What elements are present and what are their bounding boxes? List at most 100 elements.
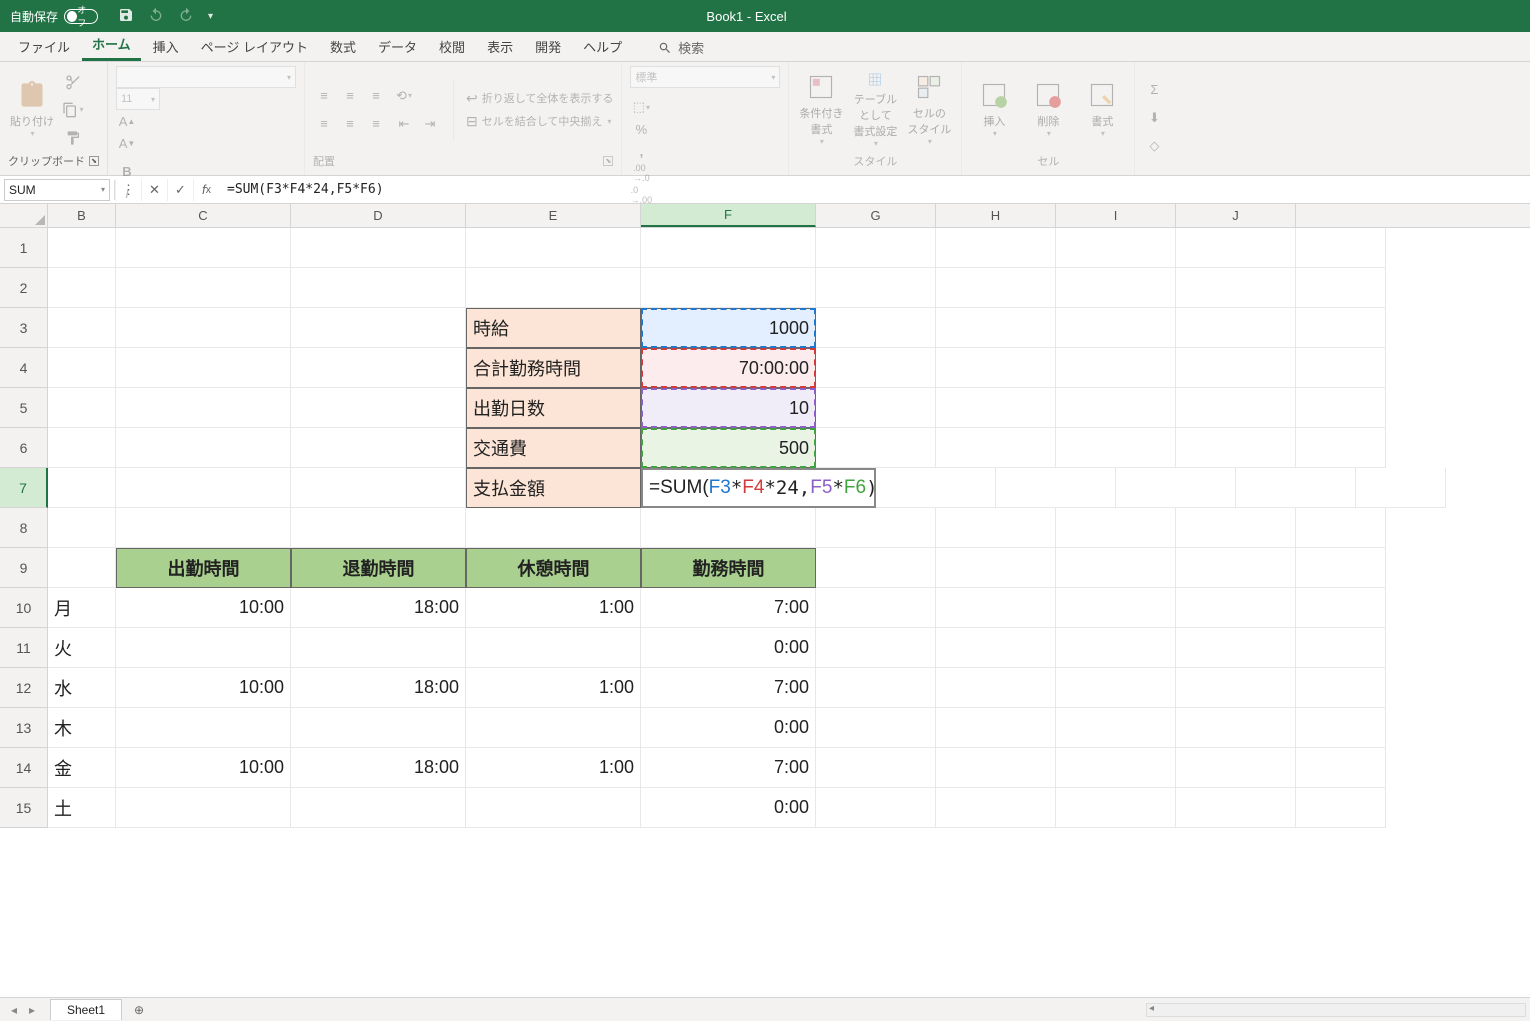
cell[interactable]: 7:00 [641, 588, 816, 628]
cell[interactable] [291, 788, 466, 828]
cell[interactable] [1296, 588, 1386, 628]
cell[interactable]: 10 [641, 388, 816, 428]
delete-cells-button[interactable]: 削除▾ [1024, 72, 1072, 148]
cell[interactable] [48, 388, 116, 428]
cell[interactable] [936, 548, 1056, 588]
cell[interactable]: 10:00 [116, 668, 291, 708]
cell[interactable] [936, 388, 1056, 428]
cell[interactable] [816, 268, 936, 308]
cell[interactable] [641, 268, 816, 308]
cell[interactable] [936, 268, 1056, 308]
cell[interactable]: 月 [48, 588, 116, 628]
cell[interactable]: 出勤日数 [466, 388, 641, 428]
cell[interactable]: 1:00 [466, 668, 641, 708]
cell[interactable] [1296, 308, 1386, 348]
percent-icon[interactable]: % [630, 118, 652, 140]
cell[interactable]: 水 [48, 668, 116, 708]
cell[interactable] [116, 388, 291, 428]
cell[interactable] [936, 348, 1056, 388]
cell[interactable] [291, 708, 466, 748]
cell[interactable]: 勤務時間 [641, 548, 816, 588]
cell[interactable] [1176, 268, 1296, 308]
save-icon[interactable] [118, 7, 134, 26]
cell[interactable] [1296, 508, 1386, 548]
align-center-icon[interactable]: ≡ [339, 113, 361, 135]
cell[interactable] [466, 628, 641, 668]
format-as-table-button[interactable]: テーブルとして 書式設定▾ [851, 72, 899, 148]
cell[interactable]: 0:00 [641, 788, 816, 828]
orientation-icon[interactable]: ⟲▾ [393, 85, 415, 107]
cell[interactable] [1176, 668, 1296, 708]
cell[interactable]: 0:00 [641, 628, 816, 668]
cell[interactable] [291, 388, 466, 428]
cell[interactable] [116, 348, 291, 388]
cell[interactable] [816, 308, 936, 348]
cell[interactable]: 退勤時間 [291, 548, 466, 588]
autosave-switch[interactable]: オフ [64, 9, 98, 24]
cell[interactable] [291, 468, 466, 508]
cell[interactable] [1356, 468, 1446, 508]
italic-icon[interactable]: I [116, 182, 138, 204]
cell[interactable] [936, 308, 1056, 348]
wrap-text-button[interactable]: ↩折り返して全体を表示する [466, 90, 613, 107]
cell[interactable] [48, 268, 116, 308]
cell[interactable] [816, 588, 936, 628]
cell[interactable] [936, 668, 1056, 708]
cell[interactable] [291, 348, 466, 388]
cell[interactable] [1056, 508, 1176, 548]
cell[interactable]: 7:00 [641, 668, 816, 708]
cell[interactable] [936, 228, 1056, 268]
sheet-nav-prev-icon[interactable]: ▸ [24, 1003, 40, 1017]
format-painter-icon[interactable] [62, 127, 84, 149]
cell[interactable] [1296, 228, 1386, 268]
cell[interactable] [116, 508, 291, 548]
align-left-icon[interactable]: ≡ [313, 113, 335, 135]
cell[interactable] [116, 268, 291, 308]
cell[interactable] [1056, 348, 1176, 388]
cell[interactable]: 18:00 [291, 668, 466, 708]
number-format-combo[interactable]: 標準▾ [630, 66, 780, 88]
cell[interactable] [1176, 428, 1296, 468]
align-top-icon[interactable]: ≡ [313, 85, 335, 107]
cell[interactable] [1296, 748, 1386, 788]
cell[interactable]: 10:00 [116, 588, 291, 628]
cell[interactable] [466, 708, 641, 748]
font-size-combo[interactable]: 11▾ [116, 88, 160, 110]
column-header[interactable]: C [116, 204, 291, 227]
row-header[interactable]: 4 [0, 348, 48, 388]
row-header[interactable]: 5 [0, 388, 48, 428]
cell[interactable]: 休憩時間 [466, 548, 641, 588]
cell[interactable] [816, 508, 936, 548]
cell[interactable]: 1000 [641, 308, 816, 348]
spreadsheet-grid[interactable]: BCDEFGHIJ 123時給10004合計勤務時間70:00:005出勤日数1… [0, 204, 1530, 997]
cell[interactable]: 時給 [466, 308, 641, 348]
cell[interactable] [1176, 748, 1296, 788]
cell[interactable] [1296, 428, 1386, 468]
cell[interactable] [48, 548, 116, 588]
grow-font-icon[interactable]: A▲ [116, 110, 138, 132]
column-header[interactable]: E [466, 204, 641, 227]
format-cells-button[interactable]: 書式▾ [1078, 72, 1126, 148]
cell[interactable]: 1:00 [466, 588, 641, 628]
clipboard-dialog-icon[interactable]: ⬊ [89, 156, 99, 166]
cell[interactable] [1296, 668, 1386, 708]
cell[interactable] [1176, 788, 1296, 828]
cell[interactable] [1176, 508, 1296, 548]
cell[interactable] [1056, 788, 1176, 828]
cell[interactable] [1056, 628, 1176, 668]
tab-file[interactable]: ファイル [8, 31, 80, 61]
cell[interactable] [936, 588, 1056, 628]
tab-insert[interactable]: 挿入 [143, 31, 189, 61]
cell[interactable] [48, 428, 116, 468]
cell[interactable] [816, 788, 936, 828]
cell[interactable] [466, 508, 641, 548]
cell[interactable] [48, 308, 116, 348]
cell[interactable] [291, 428, 466, 468]
cell[interactable] [641, 228, 816, 268]
cell[interactable]: 土 [48, 788, 116, 828]
sheet-tab[interactable]: Sheet1 [50, 999, 122, 1020]
cell[interactable] [1176, 308, 1296, 348]
cell[interactable] [116, 308, 291, 348]
tab-help[interactable]: ヘルプ [573, 31, 632, 61]
cell[interactable]: 支払金額 [466, 468, 641, 508]
